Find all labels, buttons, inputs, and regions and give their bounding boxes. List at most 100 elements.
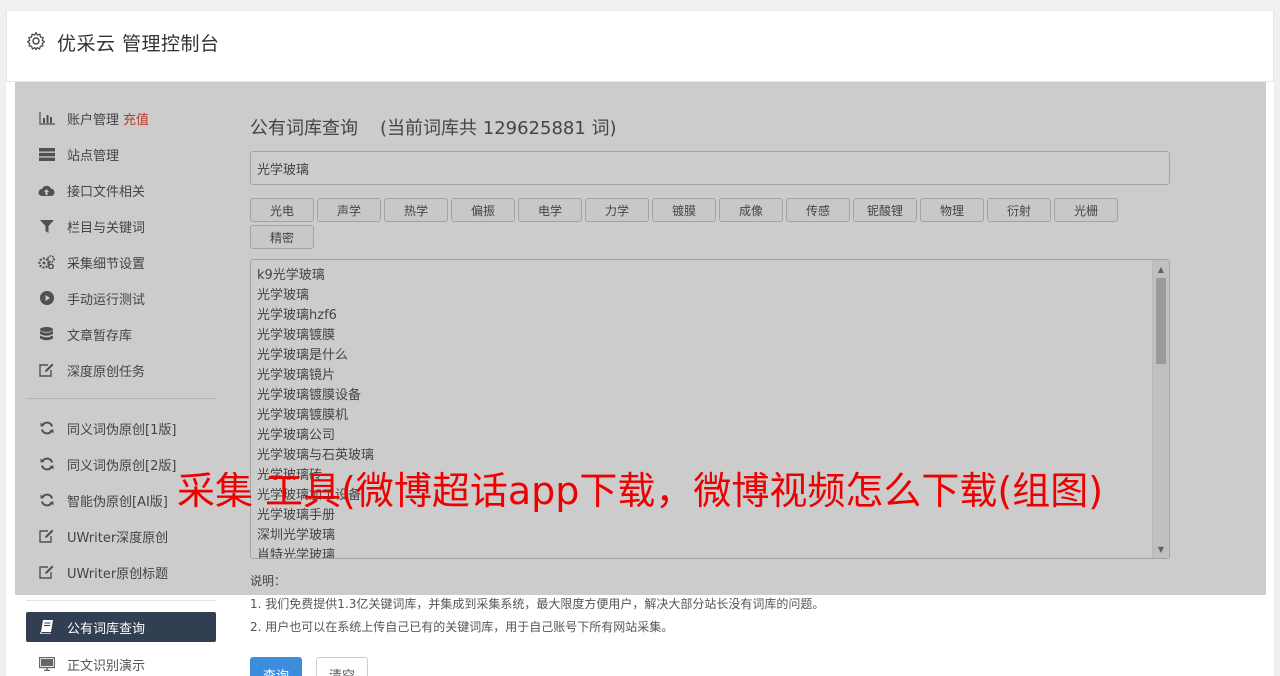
play-circle-icon xyxy=(38,291,55,305)
bar-chart-icon xyxy=(38,111,55,125)
sidebar-item-manual-run[interactable]: 手动运行测试 xyxy=(26,280,216,316)
sidebar-item-label: 文章暂存库 xyxy=(67,328,133,344)
list-item[interactable]: 光学玻璃是什么 xyxy=(257,346,1169,366)
database-icon xyxy=(38,327,55,341)
sidebar-item-text-recognition[interactable]: 正文识别演示 xyxy=(26,646,216,676)
sidebar-item-synonym-v2[interactable]: 同义词伪原创[2版] xyxy=(26,446,216,482)
sidebar-item-deep-original-task[interactable]: 深度原创任务 xyxy=(26,352,216,388)
sidebar: 账户管理 充值 站点管理 接口文件相关 栏目与关键词 采集细节设置 手动运行测试… xyxy=(26,100,216,676)
sidebar-item-label: 接口文件相关 xyxy=(67,184,146,200)
sidebar-item-collect-settings[interactable]: 采集细节设置 xyxy=(26,244,216,280)
list-item[interactable]: 光学玻璃与石英玻璃 xyxy=(257,446,1169,466)
sidebar-item-label: UWriter深度原创 xyxy=(67,530,169,546)
lexicon-count: (当前词库共 129625881 词) xyxy=(380,118,617,139)
sidebar-item-article-store[interactable]: 文章暂存库 xyxy=(26,316,216,352)
filter-icon xyxy=(38,219,55,233)
sidebar-item-label: 同义词伪原创[1版] xyxy=(67,422,177,438)
sidebar-item-account[interactable]: 账户管理 充值 xyxy=(26,100,216,136)
scroll-up-arrow-icon[interactable]: ▲ xyxy=(1153,262,1169,276)
sidebar-item-ai-rewrite[interactable]: 智能伪原创[AI版] xyxy=(26,482,216,518)
list-item[interactable]: 光学玻璃 xyxy=(257,286,1169,306)
tag-button[interactable]: 声学 xyxy=(317,198,381,222)
clear-button[interactable]: 清空 xyxy=(316,657,369,676)
tag-button[interactable]: 光电 xyxy=(250,198,314,222)
list-item[interactable]: 深圳光学玻璃 xyxy=(257,526,1169,546)
list-item[interactable]: 肖特光学玻璃 xyxy=(257,546,1169,558)
sidebar-item-label: 采集细节设置 xyxy=(67,256,146,272)
page-title: 公有词库查询 (当前词库共 129625881 词) xyxy=(250,114,617,140)
sidebar-item-label: 公有词库查询 xyxy=(67,621,146,637)
keyword-search-input[interactable] xyxy=(250,151,1170,185)
note-line: 2. 用户也可以在系统上传自己已有的关键词库，用于自己账号下所有网站采集。 xyxy=(250,620,674,634)
list-item[interactable]: 光学玻璃公司 xyxy=(257,426,1169,446)
refresh-icon xyxy=(38,457,55,471)
list-item[interactable]: k9光学玻璃 xyxy=(257,266,1169,286)
query-button[interactable]: 查询 xyxy=(250,657,303,676)
sidebar-item-label: UWriter原创标题 xyxy=(67,566,169,582)
notes-title: 说明： xyxy=(250,574,287,588)
sidebar-item-synonym-v1[interactable]: 同义词伪原创[1版] xyxy=(26,410,216,446)
cloud-upload-icon xyxy=(38,183,55,197)
tag-button[interactable]: 力学 xyxy=(585,198,649,222)
sidebar-item-label: 智能伪原创[AI版] xyxy=(67,494,168,510)
top-header: 优采云 管理控制台 xyxy=(6,10,1274,82)
gears-icon xyxy=(38,255,55,269)
refresh-icon xyxy=(38,493,55,507)
tag-button[interactable]: 精密 xyxy=(250,225,314,249)
sidebar-item-interface-files[interactable]: 接口文件相关 xyxy=(26,172,216,208)
book-icon xyxy=(38,620,55,634)
tag-button[interactable]: 光栅 xyxy=(1054,198,1118,222)
note-line: 1. 我们免费提供1.3亿关键词库，并集成到采集系统，最大限度方便用户，解决大部… xyxy=(250,597,825,611)
page-title-text: 公有词库查询 xyxy=(250,118,358,139)
tag-button[interactable]: 成像 xyxy=(719,198,783,222)
result-rows: k9光学玻璃 光学玻璃 光学玻璃hzf6 光学玻璃镀膜 光学玻璃是什么 光学玻璃… xyxy=(251,260,1169,558)
tag-button[interactable]: 镀膜 xyxy=(652,198,716,222)
action-buttons: 查询 清空 xyxy=(250,657,369,676)
tag-button[interactable]: 铌酸锂 xyxy=(853,198,917,222)
sidebar-divider xyxy=(26,600,216,601)
sidebar-item-columns-keywords[interactable]: 栏目与关键词 xyxy=(26,208,216,244)
tag-button[interactable]: 衍射 xyxy=(987,198,1051,222)
list-item[interactable]: 光学玻璃手册 xyxy=(257,506,1169,526)
app-title: 优采云 管理控制台 xyxy=(57,33,220,55)
sidebar-item-public-lexicon[interactable]: 公有词库查询 xyxy=(26,612,216,642)
edit-icon xyxy=(38,529,55,543)
list-item[interactable]: 光学玻璃hzf6 xyxy=(257,306,1169,326)
edit-icon xyxy=(38,565,55,579)
list-scrollbar[interactable]: ▲ ▼ xyxy=(1152,260,1169,558)
gear-icon[interactable] xyxy=(26,31,46,51)
sidebar-item-sites[interactable]: 站点管理 xyxy=(26,136,216,172)
category-tags: 光电 声学 热学 偏振 电学 力学 镀膜 成像 传感 铌酸锂 物理 衍射 光栅 … xyxy=(250,198,1170,249)
sidebar-item-uwriter-title[interactable]: UWriter原创标题 xyxy=(26,554,216,590)
content-panel: 账户管理 充值 站点管理 接口文件相关 栏目与关键词 采集细节设置 手动运行测试… xyxy=(6,82,1274,676)
list-item[interactable]: 光学玻璃镜片 xyxy=(257,366,1169,386)
tag-button[interactable]: 物理 xyxy=(920,198,984,222)
sidebar-item-label: 站点管理 xyxy=(67,148,120,164)
sidebar-item-label: 栏目与关键词 xyxy=(67,220,146,236)
tag-button[interactable]: 偏振 xyxy=(451,198,515,222)
list-item[interactable]: 光学玻璃砖 xyxy=(257,466,1169,486)
sidebar-item-uwriter-deep[interactable]: UWriter深度原创 xyxy=(26,518,216,554)
sidebar-item-label: 手动运行测试 xyxy=(67,292,146,308)
list-item[interactable]: 光学玻璃镀膜设备 xyxy=(257,386,1169,406)
recharge-link[interactable]: 充值 xyxy=(123,109,149,128)
sidebar-item-label: 深度原创任务 xyxy=(67,364,146,380)
notes-section: 说明： 1. 我们免费提供1.3亿关键词库，并集成到采集系统，最大限度方便用户，… xyxy=(250,570,824,639)
list-item[interactable]: 光学玻璃镀膜 xyxy=(257,326,1169,346)
edit-icon xyxy=(38,363,55,377)
keyword-result-list[interactable]: k9光学玻璃 光学玻璃 光学玻璃hzf6 光学玻璃镀膜 光学玻璃是什么 光学玻璃… xyxy=(250,259,1170,559)
refresh-icon xyxy=(38,421,55,435)
list-item[interactable]: 光学玻璃加工设备 xyxy=(257,486,1169,506)
sidebar-item-label: 正文识别演示 xyxy=(67,658,146,674)
sidebar-divider xyxy=(26,398,216,399)
tag-button[interactable]: 电学 xyxy=(518,198,582,222)
scroll-down-arrow-icon[interactable]: ▼ xyxy=(1153,542,1169,556)
server-icon xyxy=(38,147,55,161)
tag-button[interactable]: 传感 xyxy=(786,198,850,222)
tag-button[interactable]: 热学 xyxy=(384,198,448,222)
sidebar-item-label: 同义词伪原创[2版] xyxy=(67,458,177,474)
monitor-icon xyxy=(38,657,55,671)
sidebar-item-label: 账户管理 xyxy=(67,112,120,128)
scroll-thumb[interactable] xyxy=(1156,278,1166,364)
list-item[interactable]: 光学玻璃镀膜机 xyxy=(257,406,1169,426)
